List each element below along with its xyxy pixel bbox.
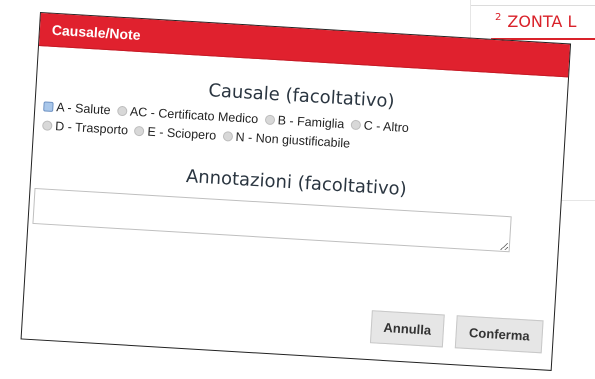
option-e[interactable]: E - Sciopero (134, 122, 217, 145)
radio-icon[interactable] (134, 125, 145, 137)
option-label: A - Salute (55, 100, 111, 118)
dialog-buttons: Annulla Conferma (369, 310, 544, 354)
background-heading: 2 ZONTA L (495, 12, 576, 31)
radio-checked-icon[interactable] (43, 101, 54, 112)
dialog-title: Causale/Note (51, 21, 141, 43)
option-label: D - Trasporto (54, 119, 129, 138)
radio-icon[interactable] (116, 105, 128, 117)
option-label: E - Sciopero (147, 124, 217, 143)
option-c[interactable]: C - Altro (350, 116, 409, 137)
radio-icon[interactable] (350, 119, 362, 131)
heading-text: ZONTA L (507, 12, 577, 31)
confirm-button[interactable]: Conferma (455, 315, 544, 354)
radio-icon[interactable] (41, 120, 53, 131)
radio-icon[interactable] (264, 114, 275, 126)
heading-number: 2 (495, 12, 502, 23)
option-label: C - Altro (363, 118, 410, 136)
divider (471, 5, 595, 6)
cancel-button[interactable]: Annulla (369, 310, 446, 348)
option-d[interactable]: D - Trasporto (41, 116, 129, 139)
radio-icon[interactable] (222, 131, 233, 142)
causale-note-dialog: Causale/Note Causale (facoltativo) A - S… (20, 12, 572, 371)
